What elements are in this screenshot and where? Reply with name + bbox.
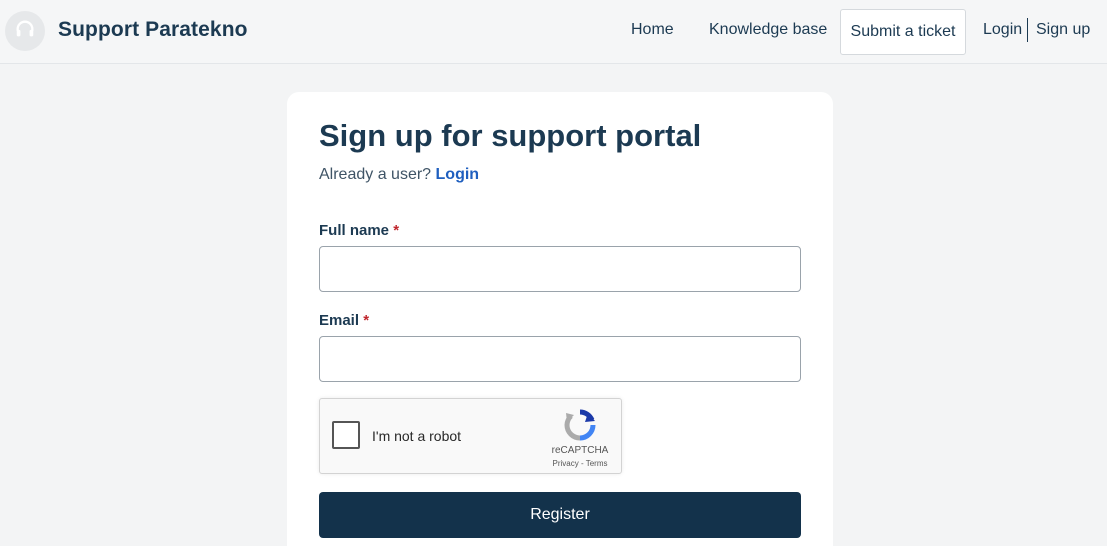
full-name-label-text: Full name	[319, 222, 390, 239]
recaptcha-privacy-terms[interactable]: Privacy - Terms	[548, 459, 612, 468]
recaptcha-checkbox[interactable]	[332, 421, 360, 449]
brand-logo[interactable]	[5, 11, 45, 51]
register-button[interactable]: Register	[319, 492, 801, 538]
full-name-input[interactable]	[319, 246, 801, 292]
recaptcha-label: I'm not a robot	[372, 428, 462, 444]
email-label: Email *	[319, 312, 369, 329]
recaptcha-brand: reCAPTCHA	[551, 445, 609, 456]
nav-login[interactable]: Login	[983, 21, 1022, 39]
recaptcha-widget: I'm not a robot reCAPTCHA Privacy - Term…	[319, 398, 622, 474]
already-user-text: Already a user? Login	[319, 166, 479, 184]
nav-signup[interactable]: Sign up	[1036, 21, 1090, 39]
page-title: Sign up for support portal	[319, 118, 702, 153]
email-label-text: Email	[319, 312, 360, 329]
required-marker: *	[393, 222, 400, 239]
top-nav-bar: Support Paratekno Home Knowledge base Su…	[0, 0, 1107, 64]
full-name-label: Full name *	[319, 222, 399, 239]
recaptcha-logo-icon	[562, 407, 598, 443]
nav-knowledge-base[interactable]: Knowledge base	[709, 21, 827, 39]
headset-icon	[14, 18, 36, 45]
required-marker: *	[363, 312, 370, 329]
nav-divider	[1027, 18, 1028, 42]
login-link[interactable]: Login	[436, 166, 480, 183]
brand-name[interactable]: Support Paratekno	[58, 18, 248, 42]
email-input[interactable]	[319, 336, 801, 382]
already-user-prefix: Already a user?	[319, 166, 432, 183]
signup-card: Sign up for support portal Already a use…	[287, 92, 833, 546]
nav-submit-ticket-button[interactable]: Submit a ticket	[840, 9, 966, 55]
nav-home[interactable]: Home	[631, 21, 674, 39]
